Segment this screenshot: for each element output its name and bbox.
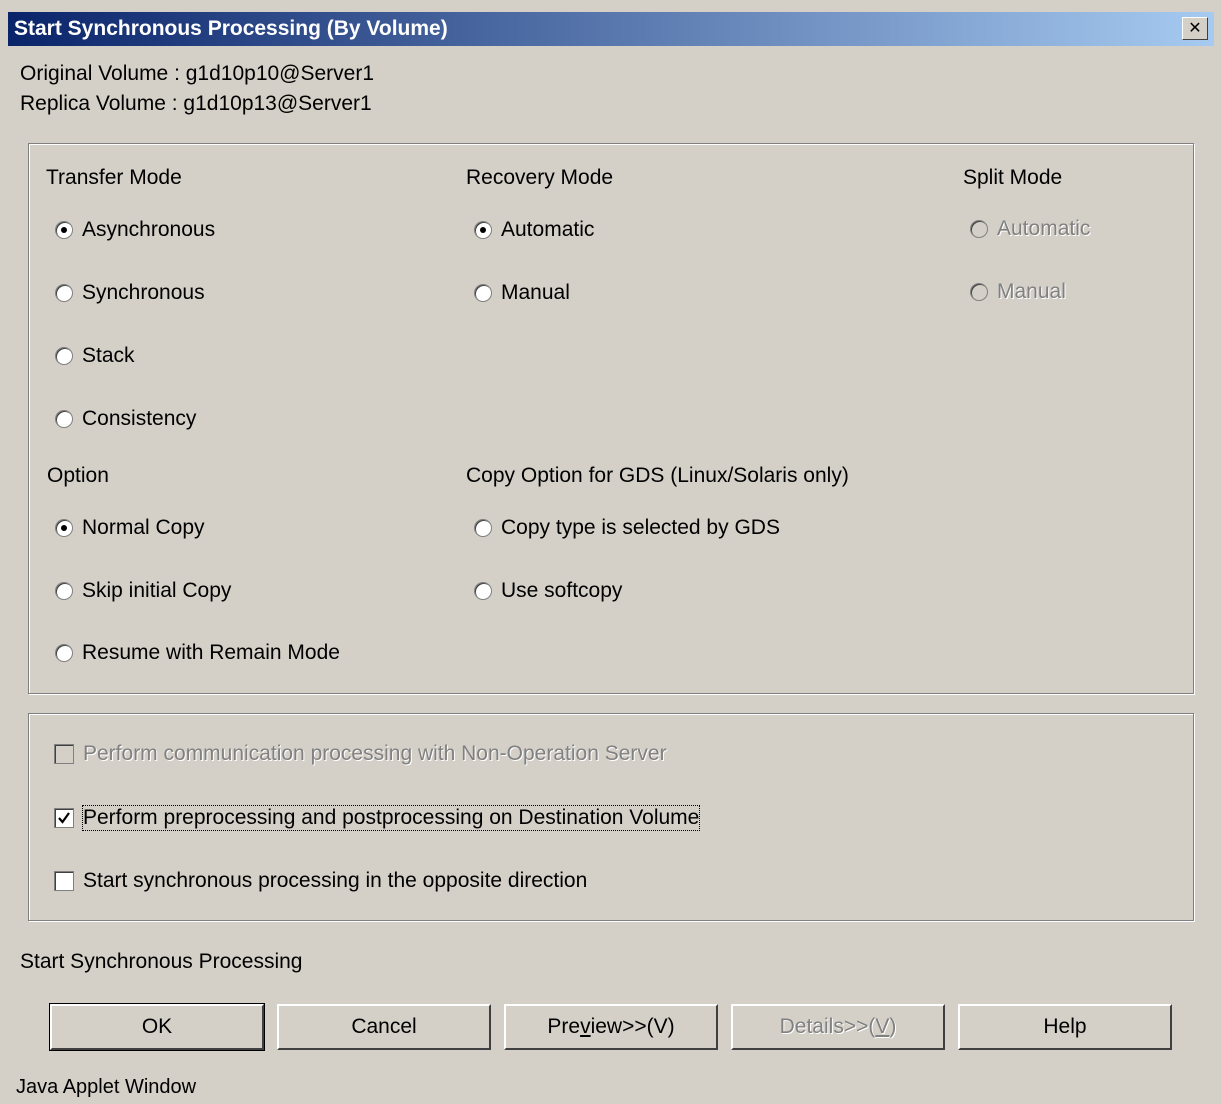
radio-indicator [55,410,73,428]
option-label: Option [47,464,109,487]
radio-indicator [55,519,73,537]
radio-label: Normal Copy [82,516,205,539]
radio-label: Copy type is selected by GDS [501,516,780,539]
radio-label: Resume with Remain Mode [82,641,340,664]
close-button[interactable]: ✕ [1182,17,1208,40]
radio-label: Automatic [501,218,595,241]
gds-copy-option-label: Copy Option for GDS (Linux/Solaris only) [466,464,849,487]
window-title: Start Synchronous Processing (By Volume) [14,17,448,40]
replica-volume-label: Replica Volume : g1d10p13@Server1 [20,92,372,115]
status-text: Start Synchronous Processing [20,950,303,973]
checkbox-indicator [54,808,74,828]
checkmark-icon [58,812,70,824]
radio-label: Automatic [997,217,1091,240]
checkbox-opposite-direction[interactable]: Start synchronous processing in the oppo… [54,869,587,893]
button-label: OK [141,1015,173,1038]
applet-warning-label: Java Applet Window [16,1076,197,1098]
radio-indicator [474,284,492,302]
radio-label: Synchronous [82,281,205,304]
radio-label: Stack [82,344,135,367]
radio-split-manual: Manual [970,280,1066,304]
checkbox-indicator [54,871,74,891]
button-label: Preview>>(V) [547,1015,675,1038]
radio-indicator [474,221,492,239]
mode-group: Transfer Mode Asynchronous Synchronous S… [28,143,1194,694]
preview-button[interactable]: Preview>>(V) [504,1004,718,1050]
radio-label: Use softcopy [501,579,623,602]
radio-skip-initial-copy[interactable]: Skip initial Copy [55,579,231,603]
radio-recovery-manual[interactable]: Manual [474,281,570,305]
checkbox-non-operation-server: Perform communication processing with No… [54,742,667,766]
help-button[interactable]: Help [958,1004,1172,1050]
close-icon: ✕ [1188,19,1202,37]
title-bar: Start Synchronous Processing (By Volume)… [8,12,1214,46]
radio-indicator [970,220,988,238]
radio-synchronous[interactable]: Synchronous [55,281,205,305]
button-label: Help [1043,1015,1087,1038]
checkbox-group: Perform communication processing with No… [28,713,1194,921]
radio-asynchronous[interactable]: Asynchronous [55,218,215,242]
radio-consistency[interactable]: Consistency [55,407,196,431]
radio-stack[interactable]: Stack [55,344,135,368]
radio-indicator [55,644,73,662]
checkbox-label: Perform preprocessing and postprocessing… [81,805,701,831]
button-label: Details>>(V) [779,1015,897,1038]
cancel-button[interactable]: Cancel [277,1004,491,1050]
radio-indicator [474,519,492,537]
checkbox-label: Start synchronous processing in the oppo… [83,869,588,892]
transfer-mode-label: Transfer Mode [46,166,182,189]
radio-indicator [55,221,73,239]
radio-indicator [970,283,988,301]
button-label: Cancel [351,1015,417,1038]
checkbox-indicator [54,744,74,764]
radio-recovery-automatic[interactable]: Automatic [474,218,594,242]
radio-label: Manual [997,280,1066,303]
checkbox-label: Perform communication processing with No… [83,742,667,765]
split-mode-label: Split Mode [963,166,1063,189]
radio-indicator [55,582,73,600]
radio-resume-remain-mode[interactable]: Resume with Remain Mode [55,641,340,665]
radio-use-softcopy[interactable]: Use softcopy [474,579,622,603]
details-button: Details>>(V) [731,1004,945,1050]
recovery-mode-label: Recovery Mode [466,166,614,189]
radio-normal-copy[interactable]: Normal Copy [55,516,205,540]
radio-label: Asynchronous [82,218,216,241]
radio-label: Manual [501,281,570,304]
radio-indicator [55,284,73,302]
ok-button[interactable]: OK [49,1003,265,1051]
radio-indicator [474,582,492,600]
radio-label: Skip initial Copy [82,579,232,602]
radio-indicator [55,347,73,365]
checkbox-preprocessing-postprocessing[interactable]: Perform preprocessing and postprocessing… [54,805,701,831]
radio-label: Consistency [82,407,197,430]
radio-copy-type-gds[interactable]: Copy type is selected by GDS [474,516,780,540]
radio-split-automatic: Automatic [970,217,1090,241]
original-volume-label: Original Volume : g1d10p10@Server1 [20,62,375,85]
